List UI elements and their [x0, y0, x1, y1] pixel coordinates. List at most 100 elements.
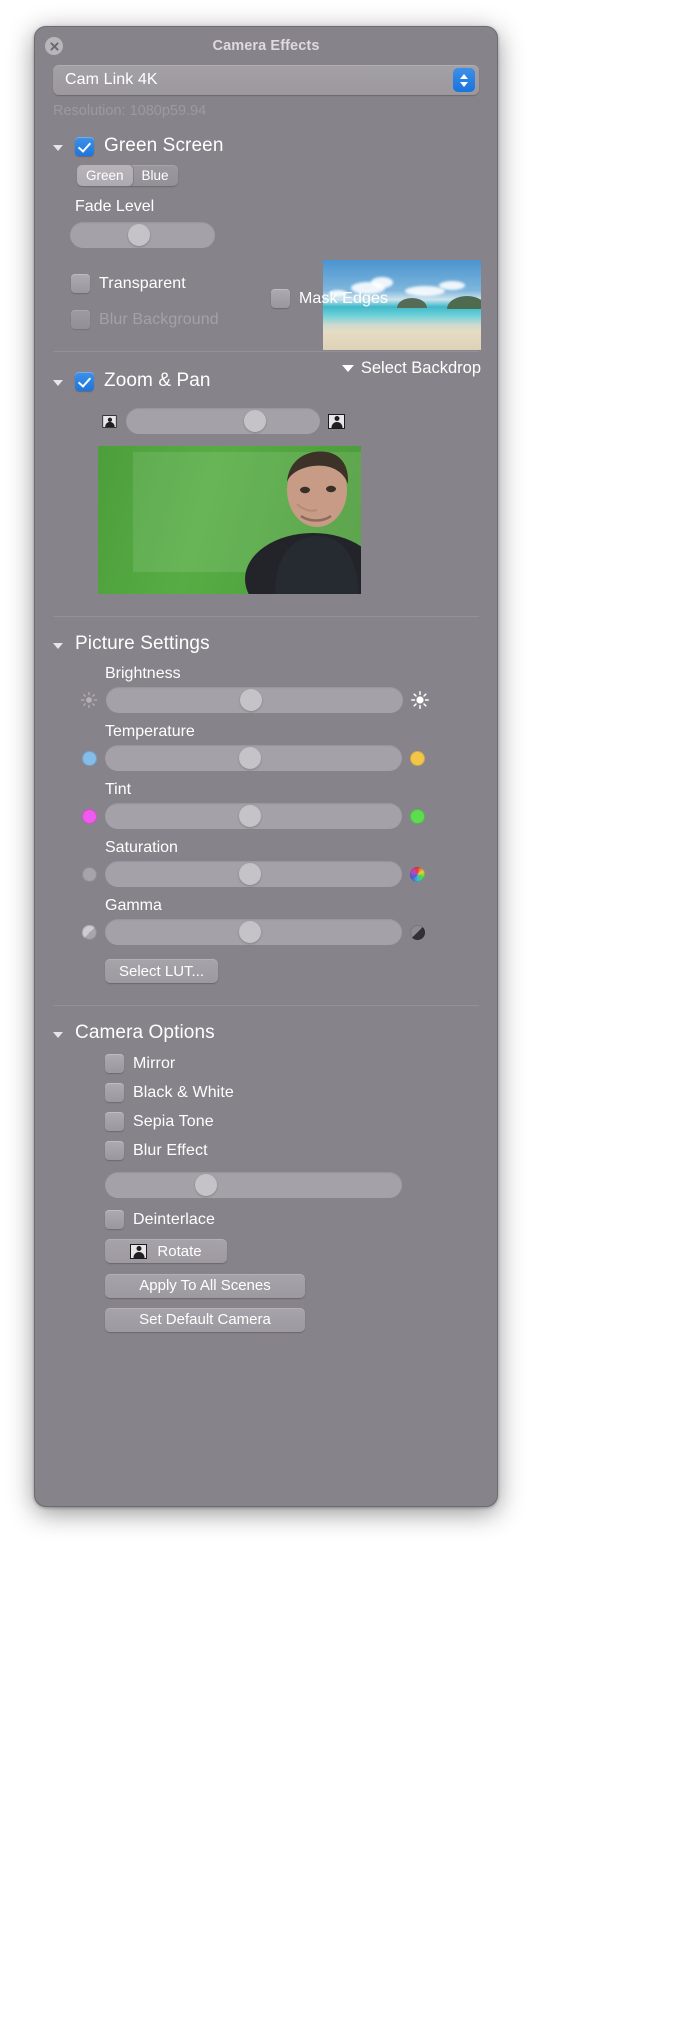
camera-options-title: Camera Options [75, 1022, 215, 1043]
picture-settings-header: Picture Settings [35, 633, 497, 655]
magenta-dot-icon [82, 808, 97, 824]
green-screen-checkbox[interactable] [75, 136, 94, 156]
deinterlace-row[interactable]: Deinterlace [105, 1210, 497, 1229]
set-default-camera-button[interactable]: Set Default Camera [105, 1307, 305, 1332]
gamma-slider-row [82, 919, 497, 945]
brightness-slider[interactable] [106, 687, 403, 713]
zoom-pan-disclosure-icon[interactable] [51, 375, 65, 388]
sun-bright-icon [411, 691, 429, 709]
chevron-down-glyph [460, 81, 468, 87]
mirror-row[interactable]: Mirror [105, 1054, 497, 1073]
zoom-pan-header: Zoom & Pan [35, 370, 497, 392]
fade-level-slider[interactable] [70, 222, 215, 248]
gamma-light-icon [82, 924, 97, 940]
camera-effects-window: Camera Effects Cam Link 4K Resolution: 1… [34, 26, 498, 1507]
camera-options-section: Camera Options Mirror Black & White Sepi… [35, 1022, 497, 1332]
brightness-knob[interactable] [240, 689, 262, 711]
mirror-checkbox[interactable] [105, 1054, 124, 1073]
select-lut-button[interactable]: Select LUT... [105, 959, 219, 983]
temperature-slider-row [82, 745, 497, 771]
blur-effect-label: Blur Effect [133, 1141, 208, 1159]
black-white-row[interactable]: Black & White [105, 1083, 497, 1102]
picture-settings-disclosure-icon[interactable] [51, 638, 65, 651]
brightness-label: Brightness [105, 665, 181, 682]
sun-dim-icon [80, 691, 98, 709]
fade-level-label: Fade Level [75, 198, 155, 215]
tint-knob[interactable] [239, 805, 261, 827]
close-glyph [49, 41, 59, 51]
sepia-tone-row[interactable]: Sepia Tone [105, 1112, 497, 1131]
color-wheel-icon [410, 866, 425, 882]
zoom-level-slider[interactable] [126, 408, 320, 434]
gray-dot-icon [82, 866, 97, 882]
blur-effect-row[interactable]: Blur Effect [105, 1141, 497, 1160]
mask-edges-checkbox[interactable] [271, 289, 290, 308]
chevron-up-glyph [460, 73, 468, 79]
gamma-label: Gamma [105, 897, 162, 914]
apply-to-all-scenes-button[interactable]: Apply To All Scenes [105, 1273, 305, 1298]
green-screen-title: Green Screen [104, 135, 224, 156]
blur-amount-slider[interactable] [105, 1172, 402, 1198]
window-title: Camera Effects [212, 38, 320, 54]
blur-background-checkbox[interactable] [71, 310, 90, 329]
saturation-slider[interactable] [105, 861, 402, 887]
person-small-icon [102, 414, 117, 428]
camera-options-header: Camera Options [35, 1022, 497, 1044]
transparent-row[interactable]: Transparent [71, 274, 186, 293]
deinterlace-label: Deinterlace [133, 1210, 216, 1228]
amber-dot-icon [410, 750, 425, 766]
preview-person [245, 451, 361, 594]
blur-effect-checkbox[interactable] [105, 1141, 124, 1160]
black-white-checkbox[interactable] [105, 1083, 124, 1102]
blur-amount-knob[interactable] [195, 1174, 217, 1196]
deinterlace-checkbox[interactable] [105, 1210, 124, 1229]
camera-options-disclosure-icon[interactable] [51, 1027, 65, 1040]
screen-root: Camera Effects Cam Link 4K Resolution: 1… [0, 0, 690, 2038]
person-portrait-icon [130, 1243, 148, 1259]
segment-blue[interactable]: Blue [133, 165, 178, 186]
saturation-label: Saturation [105, 839, 178, 856]
picture-settings-section: Picture Settings Brightness Temperature [35, 633, 497, 983]
temperature-knob[interactable] [239, 747, 261, 769]
blue-dot-icon [82, 750, 97, 766]
gamma-slider[interactable] [105, 919, 402, 945]
camera-preview[interactable] [98, 446, 361, 594]
device-row: Cam Link 4K [53, 65, 479, 95]
green-screen-section: Green Screen Green Blue Fade Level Selec… [35, 135, 497, 377]
green-dot-icon [410, 808, 425, 824]
temperature-slider[interactable] [105, 745, 402, 771]
resolution-label: Resolution: 1080p59.94 [53, 103, 207, 119]
green-screen-header: Green Screen [35, 135, 497, 157]
zoom-pan-checkbox[interactable] [75, 371, 94, 391]
tint-slider[interactable] [105, 803, 402, 829]
zoom-slider-row [101, 408, 497, 434]
fade-level-knob[interactable] [128, 224, 150, 246]
camera-device-select[interactable]: Cam Link 4K [53, 65, 479, 95]
saturation-knob[interactable] [239, 863, 261, 885]
divider-2 [53, 616, 479, 617]
zoom-pan-section: Zoom & Pan [35, 370, 497, 594]
tint-label: Tint [105, 781, 132, 798]
transparent-label: Transparent [99, 274, 186, 292]
chevron-updown-icon[interactable] [453, 68, 475, 92]
brightness-slider-row [80, 687, 497, 713]
window-titlebar: Camera Effects [35, 27, 497, 65]
blur-background-label: Blur Background [99, 310, 219, 328]
rotate-label: Rotate [157, 1242, 202, 1260]
person-large-icon [328, 413, 345, 429]
chroma-color-segmented[interactable]: Green Blue [77, 165, 178, 186]
gamma-dark-icon [410, 924, 425, 940]
gamma-knob[interactable] [239, 921, 261, 943]
close-icon[interactable] [45, 37, 63, 55]
tint-slider-row [82, 803, 497, 829]
mask-edges-row[interactable]: Mask Edges [271, 289, 388, 308]
segment-green[interactable]: Green [77, 165, 133, 186]
mask-edges-label: Mask Edges [299, 289, 389, 307]
zoom-level-knob[interactable] [244, 410, 266, 432]
green-screen-disclosure-icon[interactable] [51, 140, 65, 153]
transparent-checkbox[interactable] [71, 274, 90, 293]
sepia-tone-checkbox[interactable] [105, 1112, 124, 1131]
black-white-label: Black & White [133, 1083, 234, 1101]
divider-3 [53, 1005, 479, 1006]
rotate-button[interactable]: Rotate [105, 1239, 227, 1263]
